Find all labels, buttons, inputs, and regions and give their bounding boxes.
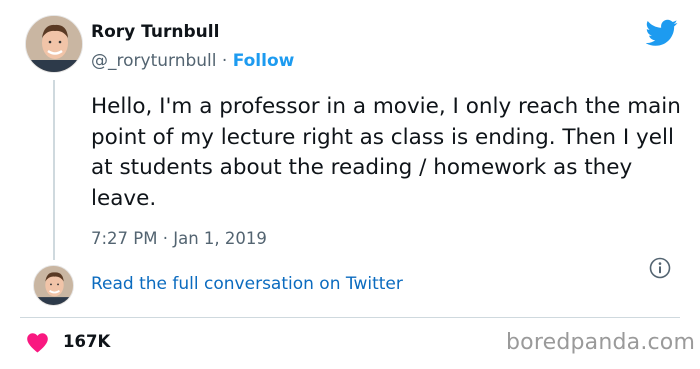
follow-button[interactable]: Follow	[233, 51, 295, 71]
twitter-bird-icon[interactable]	[646, 19, 678, 47]
thread-avatar-image	[34, 266, 73, 305]
author-handle-row: @_roryturnbull · Follow	[91, 51, 294, 71]
author-display-name[interactable]: Rory Turnbull	[91, 22, 219, 42]
divider	[20, 317, 680, 318]
thread-avatar	[33, 265, 74, 306]
tweet-text: Hello, I'm a professor in a movie, I onl…	[91, 94, 681, 211]
like-count: 167K	[63, 332, 111, 351]
info-icon[interactable]	[649, 257, 671, 279]
author-avatar[interactable]	[25, 15, 83, 73]
tweet-card: Rory Turnbull @_roryturnbull · Follow He…	[0, 0, 700, 318]
boredpanda-watermark: boredpanda.com	[506, 330, 696, 355]
thread-line	[53, 80, 55, 260]
tweet-timestamp[interactable]: 7:27 PM · Jan 1, 2019	[91, 229, 267, 248]
author-handle[interactable]: @_roryturnbull	[91, 51, 216, 71]
handle-separator: ·	[221, 51, 228, 71]
read-full-conversation-link[interactable]: Read the full conversation on Twitter	[91, 274, 403, 294]
author-avatar-image	[26, 16, 82, 72]
heart-icon[interactable]	[26, 332, 49, 353]
